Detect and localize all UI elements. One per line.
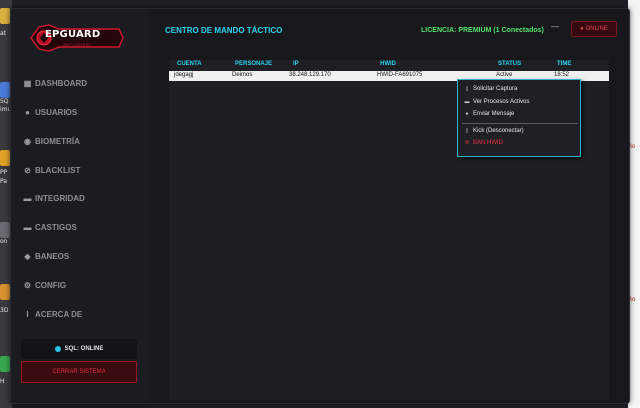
sidebar-item-integridad[interactable]: ▬ INTEGRIDAD (23, 190, 143, 206)
main-panel: CENTRO DE MANDO TÁCTICO LICENCIA: PREMIU… (151, 9, 629, 403)
desktop-icon-label: 3D (0, 307, 9, 314)
column-header-hwid[interactable]: HWID (380, 61, 396, 67)
column-header-time[interactable]: TIME (557, 61, 571, 67)
menu-item-solicitar-captura[interactable]: ▯ Solicitar Captura (464, 84, 578, 94)
sidebar-item-baneos[interactable]: ◆ BANEOS (23, 248, 143, 264)
desktop-icon-label: PP (0, 169, 8, 176)
cell-hwid: HWID-FA691075 (377, 72, 423, 78)
desktop-app-icon[interactable] (0, 82, 10, 98)
column-header-status[interactable]: STATUS (498, 61, 521, 67)
desktop-app-icon[interactable] (0, 284, 10, 300)
sql-status-box: SQL: ONLINE (21, 339, 137, 359)
desktop-app-icon[interactable] (0, 8, 10, 24)
info-icon: i (26, 309, 29, 319)
page-title: CENTRO DE MANDO TÁCTICO (165, 26, 283, 35)
ban-icon: ⊘ (24, 165, 31, 175)
desktop-app-icon[interactable] (0, 356, 10, 372)
menu-separator (462, 123, 578, 124)
shield-icon: ▬ (23, 193, 32, 203)
menu-item-label: Solicitar Captura (473, 86, 518, 92)
app-window: EPGUARD ANTI-CHEAT ▦ DASHBOARD ● USUARIO… (10, 8, 630, 404)
status-dot-icon (54, 346, 61, 352)
menu-item-ban-hwid[interactable]: ⚒ BAN HWID (464, 138, 578, 148)
brand-name: EPGUARD (45, 29, 101, 40)
minimize-button[interactable]: — (551, 22, 559, 31)
menu-item-label: Ver Procesos Activos (473, 99, 530, 105)
online-status-badge: ● ONLINE (571, 21, 617, 37)
exit-system-button[interactable]: CERRAR SISTEMA (21, 361, 137, 383)
gear-icon: ⚙ (23, 280, 32, 290)
grid-icon: ▦ (23, 78, 32, 88)
cell-personaje: Deimos (232, 72, 253, 78)
desktop-icon-label: at (0, 30, 7, 37)
column-header-ip[interactable]: IP (293, 61, 299, 67)
menu-item-label: Kick (Desconectar) (473, 128, 524, 134)
sidebar-item-label: CONFIG (35, 280, 67, 290)
desktop-app-icon[interactable] (0, 222, 10, 238)
sidebar-item-label: DASHBOARD (35, 78, 87, 88)
sidebar-item-label: USUARIOS (35, 107, 78, 117)
cell-time: 18:52 (554, 72, 570, 78)
exit-system-label: CERRAR SISTEMA (52, 369, 106, 375)
camera-icon: ▯ (465, 86, 469, 92)
sidebar-item-castigos[interactable]: ▬ CASTIGOS (23, 219, 143, 235)
desktop-icon-label: on (0, 238, 8, 245)
cell-ip: 38.248.129.170 (289, 72, 331, 78)
cell-cuenta: jdegagj (174, 72, 194, 78)
desktop-app-icon[interactable] (0, 150, 10, 166)
sidebar-item-label: BANEOS (35, 251, 70, 261)
column-header-personaje[interactable]: PERSONAJE (235, 61, 272, 67)
menu-item-ver-procesos[interactable]: ▬ Ver Procesos Activos (464, 97, 578, 107)
license-status: LICENCIA: PREMIUM (1 Conectados) (421, 27, 544, 34)
sidebar-item-biometria[interactable]: ◉ BIOMETRÍA (23, 133, 143, 149)
menu-item-label: BAN HWID (473, 140, 503, 146)
column-header-cuenta[interactable]: CUENTA (177, 61, 202, 67)
desktop-icon-label: H (0, 378, 5, 385)
hammer-icon: ◆ (24, 251, 31, 261)
sidebar-item-label: BLACKLIST (35, 165, 81, 175)
sidebar-item-label: CASTIGOS (35, 222, 77, 232)
brand-subtitle: ANTI-CHEAT (63, 42, 92, 47)
menu-item-label: Enviar Mensaje (473, 111, 515, 117)
table-header: CUENTA PERSONAJE IP HWID STATUS TIME (169, 60, 609, 70)
sidebar-item-blacklist[interactable]: ⊘ BLACKLIST (23, 162, 143, 178)
sidebar-item-usuarios[interactable]: ● USUARIOS (23, 104, 143, 120)
message-icon: ● (465, 111, 469, 117)
desktop-icon-label: SQ (0, 98, 9, 105)
hammer-icon: ⚒ (464, 140, 470, 146)
sidebar-item-label: BIOMETRÍA (35, 136, 80, 146)
desktop-icon-label: Pa (0, 178, 8, 185)
cell-status: Active (496, 72, 513, 78)
users-icon: ● (25, 107, 30, 117)
sidebar-item-config[interactable]: ⚙ CONFIG (23, 277, 143, 293)
sql-status-text: SQL: ONLINE (64, 346, 104, 352)
menu-item-enviar-mensaje[interactable]: ● Enviar Mensaje (464, 109, 578, 119)
fingerprint-icon: ◉ (24, 136, 31, 146)
gavel-icon: ▬ (23, 222, 32, 232)
sidebar-item-dashboard[interactable]: ▦ DASHBOARD (23, 75, 143, 91)
kick-icon: ▯ (465, 128, 469, 134)
menu-item-kick[interactable]: ▯ Kick (Desconectar) (464, 126, 578, 136)
sidebar-item-acerca-de[interactable]: i ACERCA DE (23, 306, 143, 322)
sidebar: EPGUARD ANTI-CHEAT ▦ DASHBOARD ● USUARIO… (11, 9, 147, 403)
sidebar-item-label: INTEGRIDAD (35, 193, 85, 203)
process-icon: ▬ (464, 99, 470, 105)
context-menu: ▯ Solicitar Captura ▬ Ver Procesos Activ… (457, 79, 581, 157)
sidebar-item-label: ACERCA DE (35, 309, 83, 319)
